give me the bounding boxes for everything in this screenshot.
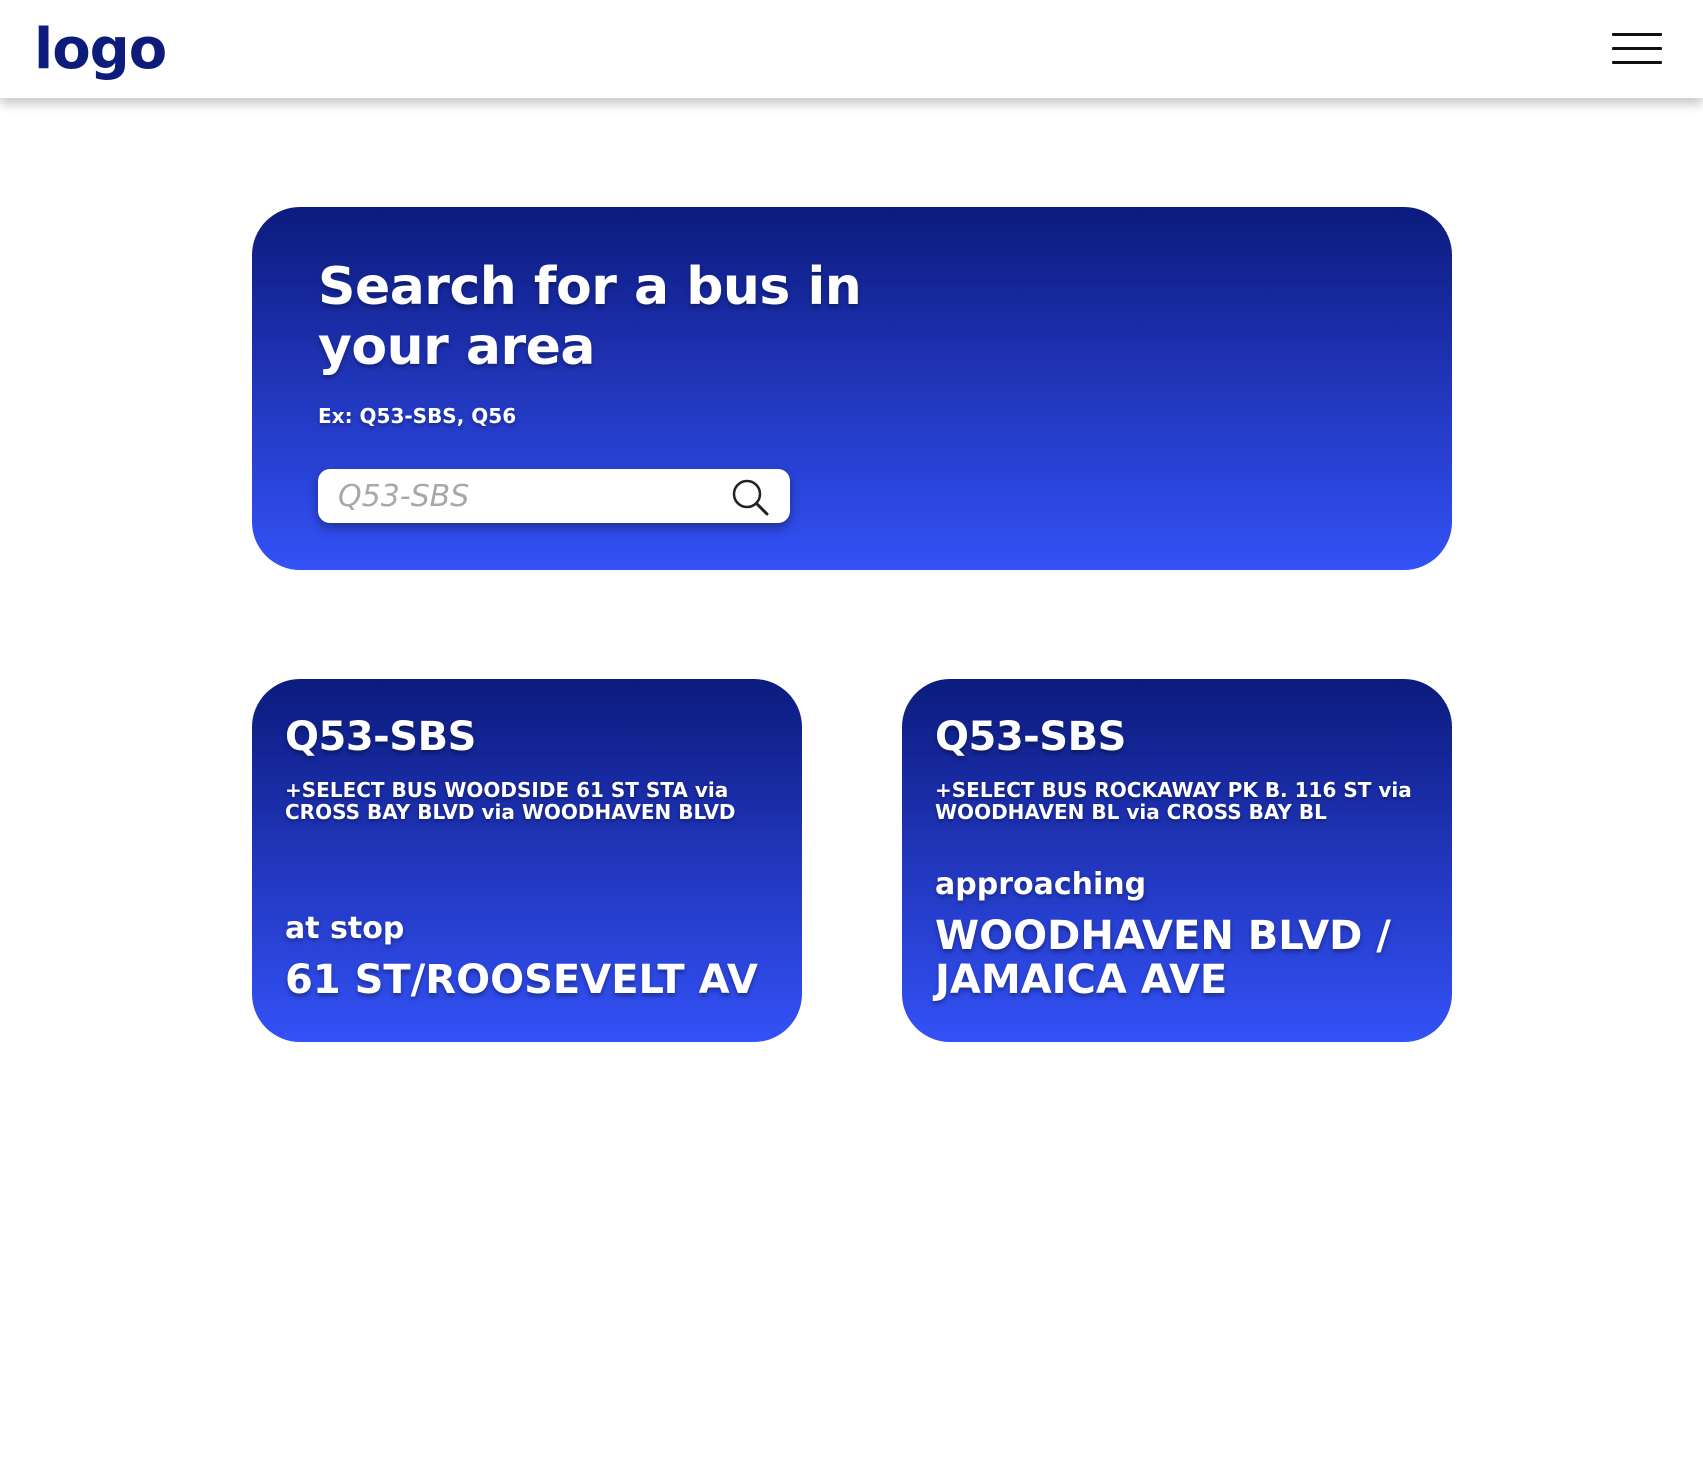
bus-status: at stop xyxy=(285,911,405,946)
route-destination: +SELECT BUS WOODSIDE 61 ST STA via CROSS… xyxy=(285,778,736,824)
menu-bar-bottom xyxy=(1612,61,1662,64)
menu-bar-top xyxy=(1612,33,1662,36)
route-destination: +SELECT BUS ROCKAWAY PK B. 116 ST via WO… xyxy=(935,778,1412,824)
stop-name: 61 ST/ROOSEVELT AV xyxy=(285,957,758,1003)
logo[interactable]: logo xyxy=(34,10,167,90)
route-name: Q53-SBS xyxy=(285,714,476,760)
menu-bar-middle xyxy=(1612,47,1662,50)
bus-status: approaching xyxy=(935,867,1147,902)
search-icon[interactable] xyxy=(730,477,770,517)
bus-result-card[interactable]: Q53-SBS +SELECT BUS ROCKAWAY PK B. 116 S… xyxy=(902,679,1452,1042)
page-title: Search for a bus in your area xyxy=(318,257,862,377)
search-hero: Search for a bus in your area Ex: Q53-SB… xyxy=(252,207,1452,570)
route-name: Q53-SBS xyxy=(935,714,1126,760)
bus-result-card[interactable]: Q53-SBS +SELECT BUS WOODSIDE 61 ST STA v… xyxy=(252,679,802,1042)
search-example-hint: Ex: Q53-SBS, Q56 xyxy=(318,404,517,428)
hamburger-menu-icon[interactable] xyxy=(1612,31,1662,67)
search-box xyxy=(318,469,790,523)
search-input[interactable] xyxy=(338,469,718,523)
top-header: logo xyxy=(0,0,1703,98)
stop-name: WOODHAVEN BLVD / JAMAICA AVE xyxy=(935,913,1391,1003)
